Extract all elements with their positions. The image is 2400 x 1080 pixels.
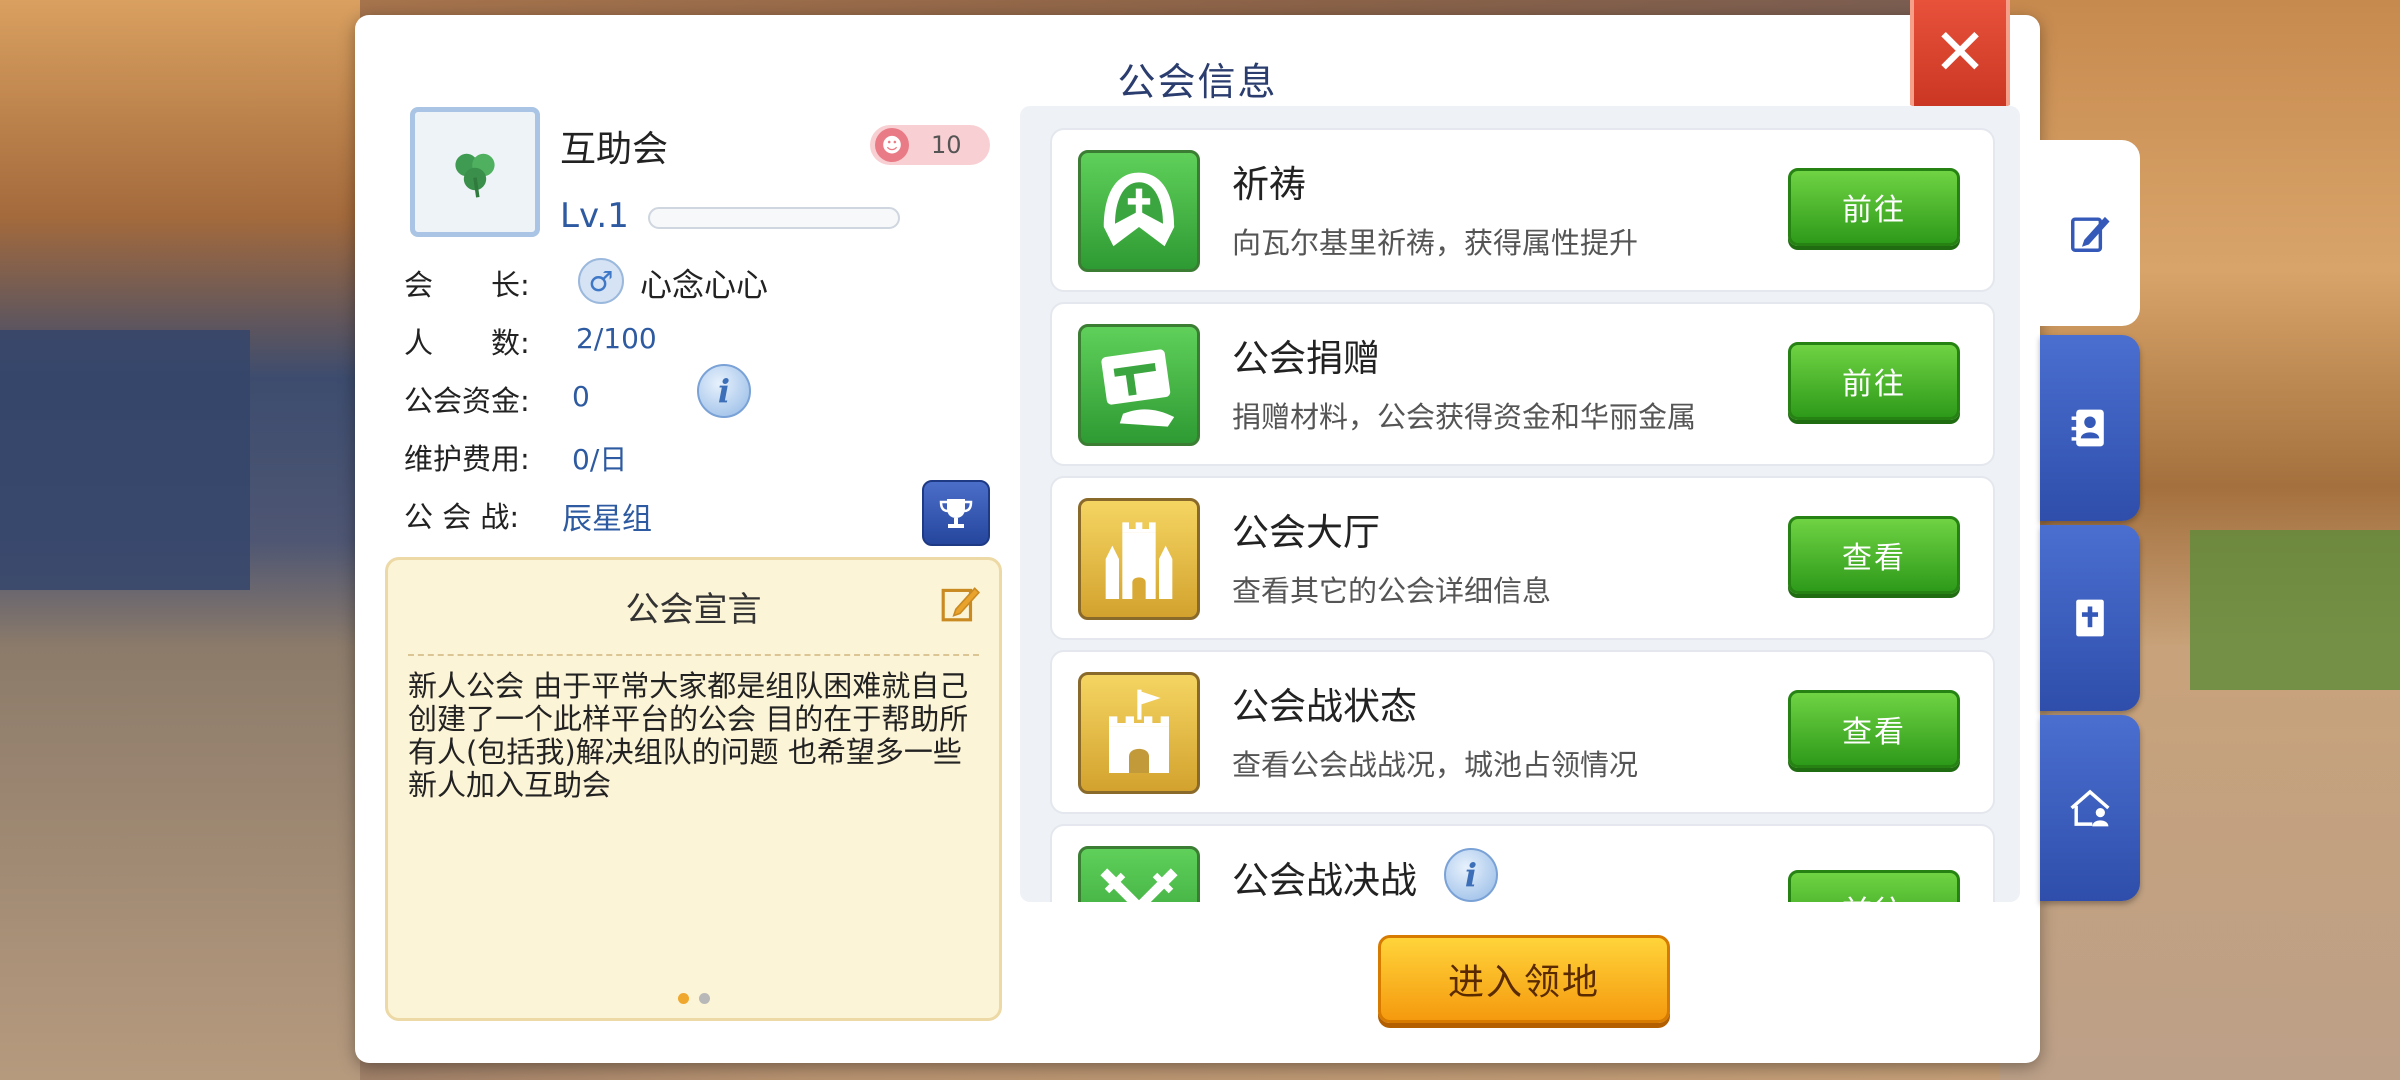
feature-desc: 查看公会战战况，城池占领情况 [1232,748,1639,782]
feature-desc: 捐赠材料，公会获得资金和华丽金属 [1232,400,1697,434]
feature-title: 祈祷 [1232,163,1306,206]
feature-list[interactable]: 祈祷 向瓦尔基里祈祷，获得属性提升 前往 公会捐赠 捐赠材料，公会获得资金和华丽… [1020,106,2020,902]
feature-card-war-status: 公会战状态 查看公会战战况，城池占领情况 查看 [1050,650,1995,814]
page-dot[interactable] [677,993,689,1004]
tab-faith[interactable] [2040,525,2140,711]
contacts-icon [2071,409,2104,447]
war-status-view-button[interactable]: 查看 [1788,690,1960,768]
declaration-text: 新人公会 由于平常大家都是组队困难就自己创建了一个此样平台的公会 目的在于帮助所… [408,669,969,802]
donation-icon [1078,324,1200,446]
castle-flag-icon [1078,672,1200,794]
crossed-swords-icon [1078,846,1200,902]
upkeep-label: 维护费用: [404,442,530,476]
feature-title: 公会捐赠 [1232,337,1380,380]
funds-value: 0 [572,380,590,413]
rank-icon: ☻ [875,128,909,162]
feature-card-final-battle: 公会战决战 i 前往 [1050,824,1995,902]
feature-desc: 查看其它的公会详细信息 [1232,574,1552,608]
background-hedge [2190,530,2400,690]
page-indicator [388,993,999,1004]
leader-label: 会 长: [404,268,530,302]
bible-icon [2076,599,2104,637]
upkeep-value: 0/日 [572,443,628,476]
donation-go-button[interactable]: 前往 [1788,342,1960,420]
final-battle-go-button[interactable]: 前往 [1788,870,1960,902]
trophy-button[interactable] [922,480,990,546]
guild-emblem [410,107,540,237]
trophy-icon [939,499,973,528]
leader-name: 心念心心 [640,266,769,304]
page-dot[interactable] [698,993,710,1004]
guild-war-group: 辰星组 [562,502,652,537]
tab-members[interactable] [2040,335,2140,521]
guild-war-label: 公 会 战: [404,500,520,534]
tab-guild-house[interactable] [2040,715,2140,901]
final-battle-info-icon[interactable]: i [1444,848,1498,902]
feature-card-hall: 公会大厅 查看其它的公会详细信息 查看 [1050,476,1995,640]
hall-view-button[interactable]: 查看 [1788,516,1960,594]
edit-icon [2071,216,2110,252]
declaration-divider [408,654,979,656]
declaration-title: 公会宣言 [625,590,762,630]
feature-card-prayer: 祈祷 向瓦尔基里祈祷，获得属性提升 前往 [1050,128,1995,292]
feature-title: 公会战状态 [1232,685,1417,728]
feature-desc: 向瓦尔基里祈祷，获得属性提升 [1232,226,1639,260]
close-icon: ✕ [1933,16,1987,90]
funds-info-icon[interactable]: i [697,364,751,418]
clover-icon [455,153,495,198]
level-progress-bar [648,207,900,229]
edit-declaration-icon[interactable] [939,582,981,624]
members-label: 人 数: [404,326,530,360]
panel-title: 公会信息 [1117,60,1278,104]
prayer-icon [1078,150,1200,272]
tab-guild-info[interactable] [2040,140,2140,326]
feature-title: 公会大厅 [1232,511,1380,554]
background-canal [0,330,250,590]
enter-territory-button[interactable]: 进入领地 [1378,935,1670,1023]
guild-rank-badge: ☻ 10 [870,125,990,165]
guild-house-icon [2070,789,2110,827]
guild-declaration-box: 公会宣言 新人公会 由于平常大家都是组队困难就自己创建了一个此样平台的公会 目的… [385,557,1002,1021]
castle-hall-icon [1078,498,1200,620]
members-value: 2/100 [576,322,657,355]
rank-value: 10 [931,131,962,159]
guild-level: Lv.1 [560,196,629,236]
guild-name: 互助会 [560,129,669,170]
male-gender-icon: ♂ [578,258,624,304]
funds-label: 公会资金: [404,384,530,418]
feature-title: 公会战决战 [1232,859,1417,902]
feature-card-donation: 公会捐赠 捐赠材料，公会获得资金和华丽金属 前往 [1050,302,1995,466]
prayer-go-button[interactable]: 前往 [1788,168,1960,246]
